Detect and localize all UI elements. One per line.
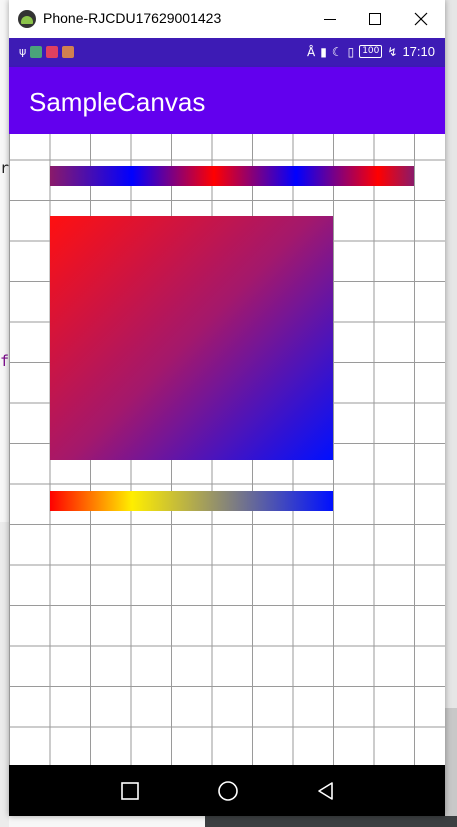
- sweep-gradient-bar: [50, 166, 414, 186]
- ide-panel-edge: [445, 0, 457, 708]
- app-bar: SampleCanvas: [9, 67, 445, 134]
- ide-code-fragment: r: [0, 159, 10, 177]
- circle-icon: [218, 781, 238, 801]
- window-title: Phone-RJCDU17629001423: [43, 10, 222, 26]
- minimize-icon: [324, 18, 336, 20]
- ide-code-fragment: f: [0, 352, 10, 370]
- window-titlebar[interactable]: Phone-RJCDU17629001423: [9, 0, 445, 38]
- usb-icon: ψ: [19, 45, 27, 58]
- diagonal-gradient-rect: [50, 216, 333, 460]
- back-button[interactable]: [314, 779, 338, 803]
- android-icon: [18, 10, 36, 28]
- mirror-window: Phone-RJCDU17629001423 ψ Å ▮ ☾ ▯ 100 ↯ 1…: [9, 0, 445, 816]
- battery-icon: 100: [359, 45, 383, 58]
- close-icon: [414, 12, 428, 26]
- chart-icon: [46, 45, 59, 58]
- triangle-back-icon: [318, 782, 333, 800]
- maximize-icon: [369, 13, 381, 25]
- device-screen[interactable]: ψ Å ▮ ☾ ▯ 100 ↯ 17:10 SampleCanvas: [9, 38, 445, 816]
- status-bar: ψ Å ▮ ☾ ▯ 100 ↯ 17:10: [9, 38, 445, 67]
- recents-button[interactable]: [118, 779, 142, 803]
- sample-canvas[interactable]: [9, 134, 445, 765]
- wifi-icon: ☾: [331, 44, 343, 59]
- linear-gradient-bar: [50, 491, 333, 511]
- close-button[interactable]: [398, 0, 444, 38]
- minimize-button[interactable]: [307, 0, 353, 38]
- sim-icon: ▯: [347, 44, 355, 59]
- ide-panel-edge: [445, 708, 457, 827]
- app-icon: [62, 45, 75, 58]
- charging-icon: ↯: [387, 44, 398, 59]
- app-icon: [30, 45, 43, 58]
- app-title: SampleCanvas: [29, 87, 206, 117]
- maximize-button[interactable]: [352, 0, 398, 38]
- home-button[interactable]: [216, 779, 240, 803]
- ide-panel-edge: [0, 522, 9, 827]
- vibrate-icon: ▮: [320, 44, 327, 59]
- square-icon: [121, 782, 139, 800]
- navigation-bar: [9, 765, 445, 816]
- status-time: 17:10: [402, 44, 435, 59]
- ide-status-bar: [205, 816, 457, 827]
- bluetooth-icon: Å: [307, 44, 316, 59]
